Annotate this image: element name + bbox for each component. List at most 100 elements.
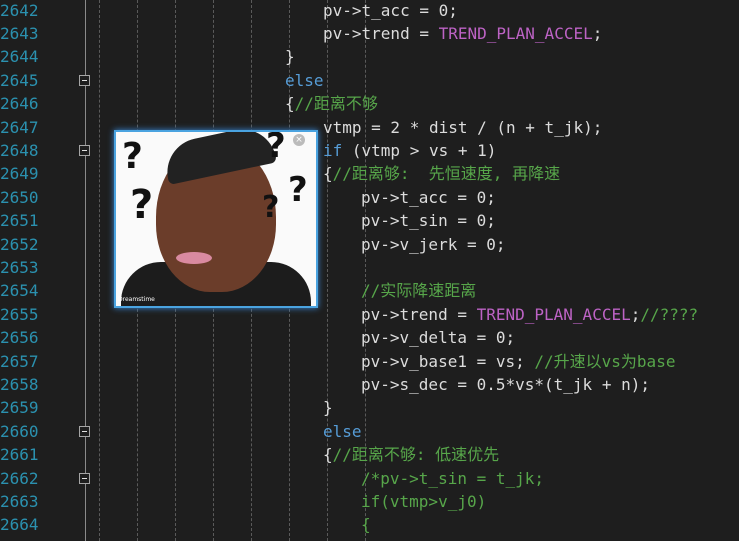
code-text: pv->t_acc = 0; [361, 186, 496, 209]
code-line[interactable]: 2662 /*pv->t_sin = t_jk; [0, 467, 739, 490]
code-token: { [323, 445, 333, 465]
code-line[interactable]: 2661 {//距离不够: 低速优先 [0, 443, 739, 466]
code-line[interactable]: 2655 pv->trend = TREND_PLAN_ACCEL;//???? [0, 303, 739, 326]
code-token: //距离够: 先恒速度, 再降速 [332, 164, 561, 184]
code-text: pv->v_jerk = 0; [361, 233, 506, 256]
code-token: TREND_PLAN_ACCEL [476, 304, 631, 324]
question-mark-icon: ? [262, 190, 280, 225]
code-text: } [285, 45, 295, 68]
code-token: else [285, 70, 324, 90]
code-token: ; [592, 23, 603, 43]
line-number: 2652 [0, 234, 39, 254]
code-token: pv->trend = [323, 23, 439, 43]
image-credit: Dreamstime [118, 296, 155, 303]
code-line[interactable]: 2649 {//距离够: 先恒速度, 再降速 [0, 162, 739, 185]
code-token: //距离不够 [294, 94, 378, 114]
code-line[interactable]: 2657 pv->v_base1 = vs; //升速以vs为base [0, 350, 739, 373]
collapse-icon[interactable] [79, 144, 90, 156]
code-line[interactable]: 2656 pv->v_delta = 0; [0, 326, 739, 349]
code-token: //实际降速距离 [361, 281, 477, 301]
line-number: 2645 [0, 70, 39, 90]
code-line[interactable]: 2664 { [0, 513, 739, 536]
code-text: pv->trend = TREND_PLAN_ACCEL;//???? [361, 303, 698, 326]
code-token: vtmp = 2 * dist / (n + t_jk); [323, 117, 603, 137]
code-line[interactable]: 2648 if (vtmp > vs + 1) [0, 139, 739, 162]
code-token: pv->v_jerk = 0; [361, 234, 506, 254]
line-number: 2654 [0, 281, 39, 301]
code-token: { [285, 94, 295, 114]
line-number: 2659 [0, 398, 39, 418]
code-token: pv->t_sin = 0; [361, 211, 496, 231]
line-number: 2653 [0, 257, 39, 277]
code-text: {//距离不够: 低速优先 [323, 443, 499, 466]
code-token: { [323, 164, 333, 184]
code-text: pv->t_sin = 0; [361, 209, 496, 232]
code-token: } [323, 398, 333, 418]
code-token: pv->v_delta = 0; [361, 328, 516, 348]
code-line[interactable]: 2663 if(vtmp>v_j0) [0, 490, 739, 513]
line-number: 2648 [0, 140, 39, 160]
code-text: pv->v_delta = 0; [361, 326, 515, 349]
code-token: //???? [640, 304, 699, 324]
code-token: ; [630, 304, 641, 324]
code-line[interactable]: 2645 else [0, 69, 739, 92]
code-token: //升速以vs为base [534, 351, 676, 371]
code-line[interactable]: 2644} [0, 45, 739, 68]
code-token: pv->t_acc = 0; [323, 0, 458, 20]
code-line[interactable]: 2642 pv->t_acc = 0; [0, 0, 739, 22]
line-number: 2656 [0, 328, 39, 348]
code-text: else [323, 420, 362, 443]
close-icon[interactable]: × [293, 134, 305, 146]
meme-mouth [176, 252, 212, 264]
code-line[interactable]: 2659} [0, 396, 739, 419]
code-text: pv->s_dec = 0.5*vs*(t_jk + n); [361, 373, 650, 396]
code-line[interactable]: 2660 else [0, 420, 739, 443]
line-number: 2660 [0, 421, 39, 441]
line-number: 2644 [0, 47, 39, 67]
meme-image-popup[interactable]: ? ? ? ? ? Dreamstime [114, 130, 318, 308]
code-token: { [361, 515, 371, 535]
line-number: 2642 [0, 0, 39, 20]
code-editor[interactable]: 2642 pv->t_acc = 0; 2643 pv->trend = TREND_… [0, 0, 739, 541]
code-text: pv->v_base1 = vs; //升速以vs为base [361, 350, 675, 373]
code-line[interactable]: 2654 //实际降速距离 [0, 279, 739, 302]
code-text: pv->t_acc = 0; [323, 0, 458, 22]
code-token: pv->v_base1 = vs; [361, 351, 535, 371]
code-text: pv->trend = TREND_PLAN_ACCEL; [323, 22, 602, 45]
line-number: 2646 [0, 94, 39, 114]
code-token: } [285, 47, 295, 67]
code-line[interactable]: 2652 pv->v_jerk = 0; [0, 233, 739, 256]
code-line[interactable]: 2650 pv->t_acc = 0; [0, 186, 739, 209]
code-line[interactable]: 2647 vtmp = 2 * dist / (n + t_jk); [0, 116, 739, 139]
collapse-icon[interactable] [79, 74, 90, 86]
line-number: 2661 [0, 445, 39, 465]
line-number: 2649 [0, 164, 39, 184]
question-mark-icon: ? [130, 182, 154, 228]
code-text: //实际降速距离 [361, 279, 476, 302]
line-number: 2650 [0, 187, 39, 207]
code-line[interactable]: 2646 {//距离不够 [0, 92, 739, 115]
collapse-icon[interactable] [79, 472, 90, 484]
code-token: TREND_PLAN_ACCEL [438, 23, 593, 43]
code-text: /*pv->t_sin = t_jk; [361, 467, 544, 490]
line-number: 2643 [0, 23, 39, 43]
code-token: pv->s_dec = 0.5*vs*(t_jk + n); [361, 374, 650, 394]
code-text: vtmp = 2 * dist / (n + t_jk); [323, 116, 602, 139]
line-number: 2664 [0, 515, 39, 535]
code-token: pv->t_acc = 0; [361, 187, 496, 207]
code-text: } [323, 396, 333, 419]
code-line[interactable]: 2651 pv->t_sin = 0; [0, 209, 739, 232]
code-line[interactable]: 2653 [0, 256, 739, 279]
line-number: 2663 [0, 491, 39, 511]
line-number: 2658 [0, 374, 39, 394]
line-number: 2651 [0, 211, 39, 231]
code-token: /*pv->t_sin = t_jk; [361, 468, 545, 488]
line-number: 2657 [0, 351, 39, 371]
collapse-icon[interactable] [79, 425, 90, 437]
code-line[interactable]: 2643 pv->trend = TREND_PLAN_ACCEL; [0, 22, 739, 45]
code-line[interactable]: 2658 pv->s_dec = 0.5*vs*(t_jk + n); [0, 373, 739, 396]
question-mark-icon: ? [288, 170, 308, 210]
code-token: if [323, 140, 343, 160]
question-mark-icon: ? [266, 130, 286, 166]
code-text: if (vtmp > vs + 1) [323, 139, 496, 162]
